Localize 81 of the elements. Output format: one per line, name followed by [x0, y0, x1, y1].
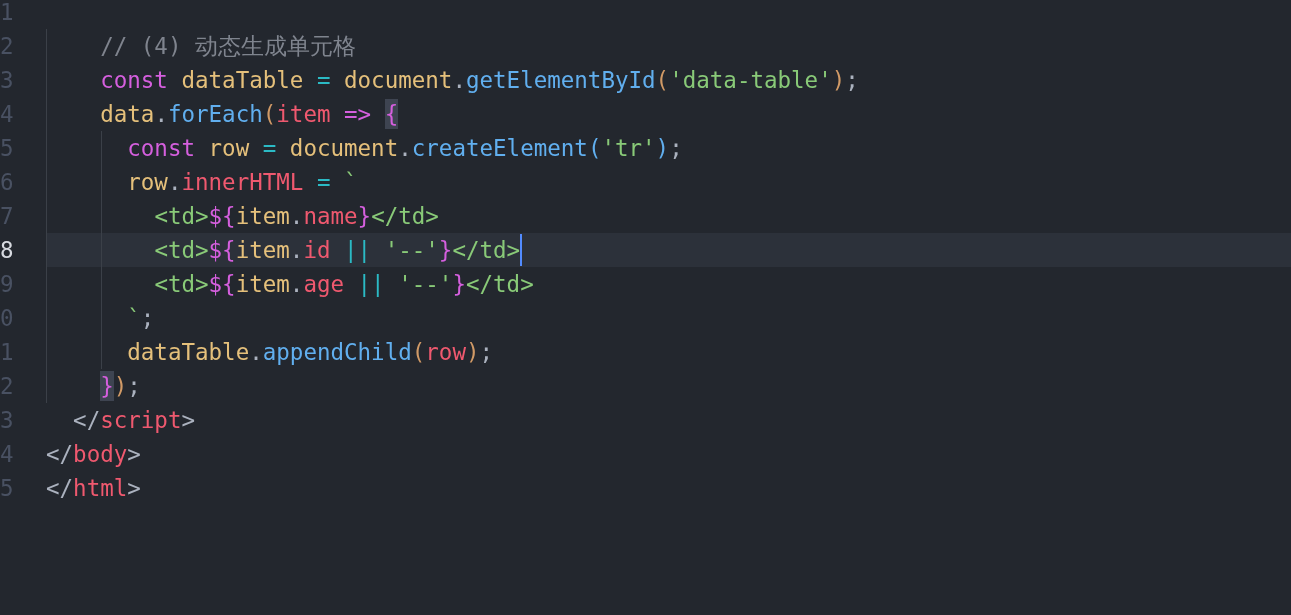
- code-token: =>: [344, 100, 373, 129]
- code-token: <td>: [154, 270, 209, 299]
- code-token: </: [46, 474, 74, 503]
- code-token: }: [452, 270, 466, 299]
- code-token: .: [167, 168, 182, 197]
- code-token: dataTable: [127, 338, 250, 367]
- code-token: ||: [344, 236, 372, 265]
- code-token: >: [127, 474, 141, 503]
- code-token: =: [316, 168, 331, 197]
- code-token: getElementById: [465, 66, 656, 95]
- code-token: createElement: [411, 134, 588, 163]
- code-token: `: [344, 168, 358, 197]
- code-token: item: [235, 270, 290, 299]
- code-token: row: [425, 338, 466, 367]
- code-token: id: [303, 236, 331, 265]
- code-token: document: [344, 66, 453, 95]
- code-token: ||: [357, 270, 385, 299]
- text-cursor: [520, 234, 523, 266]
- code-token: 'tr': [601, 134, 656, 163]
- code-token: <td>: [154, 236, 209, 265]
- code-token: <td>: [154, 202, 209, 231]
- code-token: row: [208, 134, 250, 163]
- code-token: }: [357, 202, 372, 231]
- code-token: data: [100, 100, 155, 129]
- code-token: html: [73, 474, 128, 503]
- code-token: ): [465, 338, 480, 367]
- code-token: item: [235, 202, 290, 231]
- code-token: body: [73, 440, 128, 469]
- code-token: ${: [208, 270, 236, 299]
- code-token: (: [655, 66, 670, 95]
- code-token: .: [289, 270, 304, 299]
- code-token: .: [289, 202, 304, 231]
- code-token: </: [46, 440, 74, 469]
- code-token: ;: [845, 66, 859, 95]
- code-token: =: [262, 134, 277, 163]
- code-token: ): [831, 66, 846, 95]
- code-token: script: [100, 406, 182, 435]
- code-token: const: [100, 66, 168, 95]
- code-token: document: [289, 134, 399, 163]
- code-token: ): [655, 134, 670, 163]
- code-token: innerHTML: [181, 168, 304, 197]
- code-token: </td>: [371, 202, 439, 231]
- matched-bracket: }: [100, 371, 114, 401]
- code-token: '--': [398, 270, 453, 299]
- code-token: </: [73, 406, 101, 435]
- code-token: appendChild: [262, 338, 412, 367]
- code-token: </td>: [465, 270, 534, 299]
- code-token: ;: [140, 304, 155, 333]
- code-token: ${: [208, 202, 236, 231]
- code-token: (: [587, 134, 602, 163]
- code-token: </td>: [452, 236, 521, 265]
- code-token: ): [113, 372, 128, 401]
- code-token: (: [411, 338, 426, 367]
- code-token: .: [452, 66, 466, 95]
- code-token: .: [249, 338, 263, 367]
- code-token: ;: [479, 338, 494, 367]
- line-number: 8: [0, 236, 14, 265]
- code-token: // (4) 动态生成单元格: [100, 32, 356, 61]
- code-token: forEach: [167, 100, 263, 129]
- code-token: row: [127, 168, 168, 197]
- code-token: `: [127, 304, 141, 333]
- code-token: (: [262, 100, 277, 129]
- code-token: ;: [669, 134, 683, 163]
- code-token: .: [398, 134, 412, 163]
- code-token: const: [127, 134, 195, 163]
- code-token: age: [303, 270, 345, 299]
- code-token: name: [303, 202, 358, 231]
- code-token: '--': [384, 236, 439, 265]
- code-token: item: [235, 236, 290, 265]
- code-token: item: [276, 100, 331, 129]
- matched-bracket: {: [384, 99, 399, 129]
- code-token: =: [316, 66, 331, 95]
- code-token: >: [127, 440, 141, 469]
- code-token: ;: [127, 372, 141, 401]
- code-token: 'data-table': [669, 66, 832, 95]
- code-token: .: [154, 100, 168, 129]
- code-token: dataTable: [181, 66, 304, 95]
- code-token: }: [438, 236, 453, 265]
- code-token: ${: [208, 236, 236, 265]
- code-token: >: [181, 406, 195, 435]
- code-token: .: [289, 236, 304, 265]
